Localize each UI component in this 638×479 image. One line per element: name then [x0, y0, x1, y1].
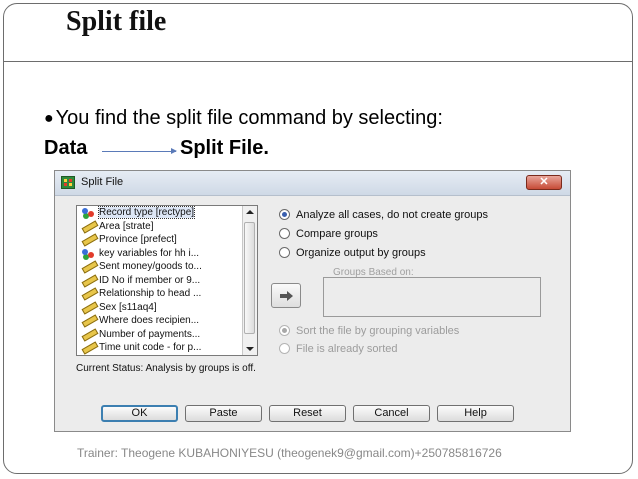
list-item[interactable]: key variables for hh i...	[77, 247, 243, 261]
list-item[interactable]: Sent money/goods to...	[77, 260, 243, 274]
radio-already-sorted[interactable]: File is already sorted	[279, 343, 398, 355]
current-status: Current Status: Analysis by groups is of…	[76, 363, 256, 374]
radio-compare-groups[interactable]: Compare groups	[279, 228, 378, 240]
list-item[interactable]: Relationship to head ...	[77, 287, 243, 301]
ruler-icon	[79, 288, 99, 298]
list-item[interactable]: ID No if member or 9...	[77, 274, 243, 288]
bullet-text: You find the split file command by selec…	[55, 107, 443, 129]
scroll-down-icon[interactable]	[243, 342, 257, 355]
radio-icon	[279, 343, 290, 354]
ruler-icon	[79, 342, 99, 352]
ruler-icon	[79, 315, 99, 325]
dialog-titlebar[interactable]: Split File ✕	[55, 171, 570, 196]
variable-list-scrollbar[interactable]	[242, 206, 257, 355]
reset-button[interactable]: Reset	[269, 405, 346, 422]
nominal-icon	[79, 248, 99, 258]
list-item[interactable]: Record type [rectype]	[77, 206, 243, 220]
list-item[interactable]: Sex [s11aq4]	[77, 301, 243, 315]
split-file-dialog: Split File ✕ Record type [rectype] Area …	[54, 170, 571, 432]
ruler-icon	[79, 302, 99, 312]
scroll-up-icon[interactable]	[243, 206, 257, 219]
list-item[interactable]: Province [prefect]	[77, 233, 243, 247]
ruler-icon	[79, 221, 99, 231]
list-item[interactable]: Number of payments...	[77, 328, 243, 342]
variable-items: Record type [rectype] Area [strate] Prov…	[77, 206, 243, 355]
list-item[interactable]: Area [strate]	[77, 220, 243, 234]
move-variable-button[interactable]	[271, 283, 301, 308]
close-button[interactable]: ✕	[526, 175, 562, 190]
radio-icon	[279, 228, 290, 239]
menu-path-from: Data	[44, 137, 88, 159]
ok-button[interactable]: OK	[101, 405, 178, 422]
radio-organize-output[interactable]: Organize output by groups	[279, 247, 426, 259]
groups-based-on-list[interactable]	[323, 277, 541, 317]
ruler-icon	[79, 275, 99, 285]
ruler-icon	[79, 261, 99, 271]
slide-footer: Trainer: Theogene KUBAHONIYESU (theogene…	[77, 446, 502, 460]
list-item[interactable]: Time unit code - for p...	[77, 341, 243, 355]
ruler-icon	[79, 234, 99, 244]
title-divider	[3, 61, 633, 62]
radio-checked-icon	[279, 325, 290, 336]
ruler-icon	[79, 329, 99, 339]
radio-sort-file[interactable]: Sort the file by grouping variables	[279, 325, 459, 337]
variable-list[interactable]: Record type [rectype] Area [strate] Prov…	[76, 205, 258, 356]
dialog-title: Split File	[81, 176, 124, 188]
scroll-thumb[interactable]	[244, 222, 255, 334]
menu-path-to: Split File.	[180, 137, 269, 159]
radio-analyze-all[interactable]: Analyze all cases, do not create groups	[279, 209, 488, 221]
spss-split-file-icon	[61, 176, 75, 189]
slide-title: Split file	[66, 6, 167, 37]
paste-button[interactable]: Paste	[185, 405, 262, 422]
nominal-icon	[79, 207, 99, 217]
arrow-icon	[102, 148, 177, 154]
bullet-icon: ●	[44, 110, 54, 127]
list-item[interactable]: Where does recipien...	[77, 314, 243, 328]
radio-icon	[279, 247, 290, 258]
bullet-line: ● You find the split file command by sele…	[44, 107, 443, 130]
cancel-button[interactable]: Cancel	[353, 405, 430, 422]
help-button[interactable]: Help	[437, 405, 514, 422]
radio-checked-icon	[279, 209, 290, 220]
